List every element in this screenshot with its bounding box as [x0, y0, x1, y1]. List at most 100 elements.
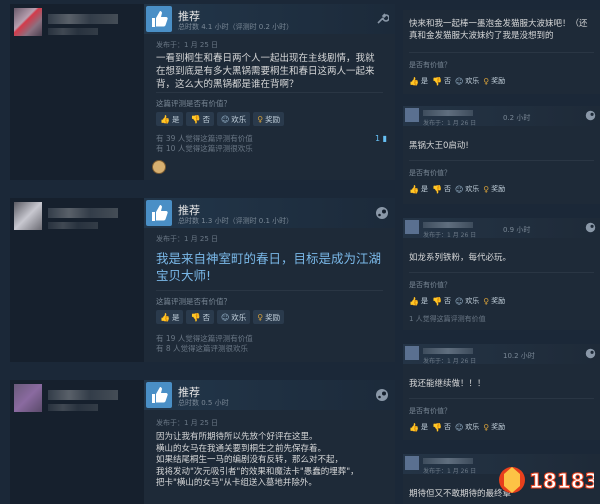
vote-yes-button[interactable]: 👍 是: [409, 296, 428, 306]
vote-funny-button[interactable]: ☺ 欢乐: [455, 184, 479, 194]
review-body: 推荐 总时数 0.5 小时 发布于：1 月 25 日 因为让我有所期待所以先放个…: [144, 380, 395, 504]
vote-buttons: 👍 是 👎 否 ☺ 欢乐 ♀ 奖励: [156, 310, 285, 324]
playtime: 0.2 小时: [503, 114, 531, 122]
review-header[interactable]: 推荐 总时数 0.5 小时: [144, 380, 395, 410]
vote-yes-button[interactable]: 👍 是: [409, 184, 428, 194]
helpful-question: 是否有价值？: [409, 281, 451, 289]
vote-funny-label: 欢乐: [465, 423, 480, 431]
thumbs-up-icon: 👍: [409, 184, 419, 194]
review-author-panel[interactable]: [10, 4, 140, 180]
comment-count-label: 1: [374, 134, 381, 143]
review-card-2: 推荐 总时数 1.3 小时（评测时 0.1 小时） 发布于：1 月 25 日 我…: [10, 198, 395, 362]
vote-funny-label: 欢乐: [465, 297, 480, 305]
posted-date: 发布于：1 月 25 日: [156, 235, 219, 243]
comment-header[interactable]: 发布于：1 月 26 日 10.2 小时: [403, 344, 600, 365]
divider: [409, 52, 594, 53]
steam-icon[interactable]: [375, 206, 389, 220]
review-text: 我是来自神室町的春日，目标是成为江湖宝贝大师!: [156, 251, 382, 283]
award-button[interactable]: ♀ 奖励: [483, 76, 505, 86]
vote-no-button[interactable]: 👎 否: [432, 184, 451, 194]
vote-yes-button[interactable]: 👍 是: [409, 422, 428, 432]
comment-header[interactable]: 发布于：1 月 26 日 0.9 小时: [403, 218, 600, 239]
award-button[interactable]: ♀ 奖励: [483, 296, 505, 306]
vote-funny-button[interactable]: ☺ 欢乐: [216, 310, 251, 324]
vote-funny-button[interactable]: ☺ 欢乐: [455, 422, 479, 432]
author-name-blurred[interactable]: [423, 110, 473, 116]
avatar[interactable]: [405, 456, 419, 470]
comment-count[interactable]: 1 ▮: [375, 134, 387, 143]
avatar[interactable]: [14, 202, 42, 230]
award-label: 奖励: [491, 77, 506, 85]
steam-icon[interactable]: [375, 388, 389, 402]
award-button[interactable]: ♀ 奖励: [253, 310, 285, 324]
vote-no-button[interactable]: 👎 否: [186, 310, 214, 324]
playtime: 10.2 小时: [503, 352, 535, 360]
vote-yes-button[interactable]: 👍 是: [409, 76, 428, 86]
author-name-blurred[interactable]: [48, 390, 118, 400]
wrench-icon[interactable]: [375, 12, 389, 26]
author-name-blurred[interactable]: [48, 14, 118, 24]
review-header[interactable]: 推荐 总时数 1.3 小时（评测时 0.1 小时）: [144, 198, 395, 228]
vote-funny-button[interactable]: ☺ 欢乐: [455, 76, 479, 86]
vote-no-button[interactable]: 👎 否: [432, 422, 451, 432]
comment-text: 黑锅大王0启动!: [409, 141, 469, 151]
helpful-question: 这篇评测是否有价值？: [156, 99, 231, 108]
vote-no-label: 否: [443, 423, 451, 431]
thumbs-up-icon: [146, 382, 172, 408]
author-info-blurred: [48, 404, 98, 411]
vote-funny-label: 欢乐: [231, 114, 247, 124]
steam-icon[interactable]: [585, 348, 596, 359]
vote-no-button[interactable]: 👎 否: [432, 76, 451, 86]
comment-text: 如龙系列铁粉，每代必玩。: [409, 253, 512, 263]
posted-date: 发布于：1 月 26 日: [423, 232, 477, 239]
award-button[interactable]: ♀ 奖励: [483, 422, 505, 432]
vote-buttons: 👍 是 👎 否 ☺ 欢乐 ♀ 奖励: [409, 184, 505, 194]
award-emoji-icon: [152, 160, 166, 174]
author-name-blurred[interactable]: [423, 222, 473, 228]
author-info-blurred: [48, 28, 98, 35]
avatar[interactable]: [405, 346, 419, 360]
vote-yes-label: 是: [420, 297, 428, 305]
vote-funny-label: 欢乐: [465, 185, 480, 193]
laugh-icon: ☺: [454, 184, 464, 194]
vote-yes-label: 是: [420, 185, 428, 193]
award-button[interactable]: ♀ 奖励: [483, 184, 505, 194]
vote-funny-label: 欢乐: [231, 312, 247, 322]
comment-header[interactable]: 发布于：1 月 26 日 0.2 小时: [403, 106, 600, 127]
vote-no-button[interactable]: 👎 否: [186, 112, 214, 126]
steam-icon[interactable]: [585, 222, 596, 233]
vote-yes-label: 是: [171, 114, 180, 124]
thumbs-up-icon: 👍: [160, 312, 170, 322]
vote-yes-button[interactable]: 👍 是: [156, 112, 184, 126]
author-name-blurred[interactable]: [423, 348, 473, 354]
award-icon: ♀: [257, 114, 264, 124]
posted-date: 发布于：1 月 26 日: [423, 120, 477, 127]
thumbs-up-icon: 👍: [409, 76, 419, 86]
helpful-count: 有 39 人觉得这篇评测有价值: [156, 134, 253, 143]
posted-date: 发布于：1 月 26 日: [423, 358, 477, 365]
award-icon: ♀: [483, 184, 490, 194]
avatar[interactable]: [14, 384, 42, 412]
vote-no-label: 否: [202, 114, 210, 124]
vote-funny-button[interactable]: ☺ 欢乐: [216, 112, 251, 126]
vote-funny-button[interactable]: ☺ 欢乐: [455, 296, 479, 306]
divider: [156, 92, 383, 93]
site-watermark-logo: 18183: [499, 467, 594, 494]
review-author-panel[interactable]: [10, 380, 140, 504]
review-text: 一看到桐生和春日两个人一起出现在主线剧情，我就在想到底是有多大黑锅需要桐生和春日…: [156, 53, 375, 90]
review-author-panel[interactable]: [10, 198, 140, 362]
author-name-blurred[interactable]: [423, 458, 473, 464]
avatar[interactable]: [14, 8, 42, 36]
review-header[interactable]: 推荐 总时数 4.1 小时（评测时 0.2 小时）: [144, 4, 395, 34]
vote-yes-button[interactable]: 👍 是: [156, 310, 184, 324]
avatar[interactable]: [405, 220, 419, 234]
comment-text: 我还能继续做！！！: [409, 379, 486, 389]
avatar[interactable]: [405, 108, 419, 122]
award-button[interactable]: ♀ 奖励: [253, 112, 285, 126]
review-body: 推荐 总时数 4.1 小时（评测时 0.2 小时） 发布于：1 月 25 日 一…: [144, 4, 395, 180]
vote-no-label: 否: [202, 312, 210, 322]
author-name-blurred[interactable]: [48, 208, 118, 218]
steam-icon[interactable]: [585, 110, 596, 121]
vote-no-label: 否: [443, 185, 451, 193]
vote-no-button[interactable]: 👎 否: [432, 296, 451, 306]
